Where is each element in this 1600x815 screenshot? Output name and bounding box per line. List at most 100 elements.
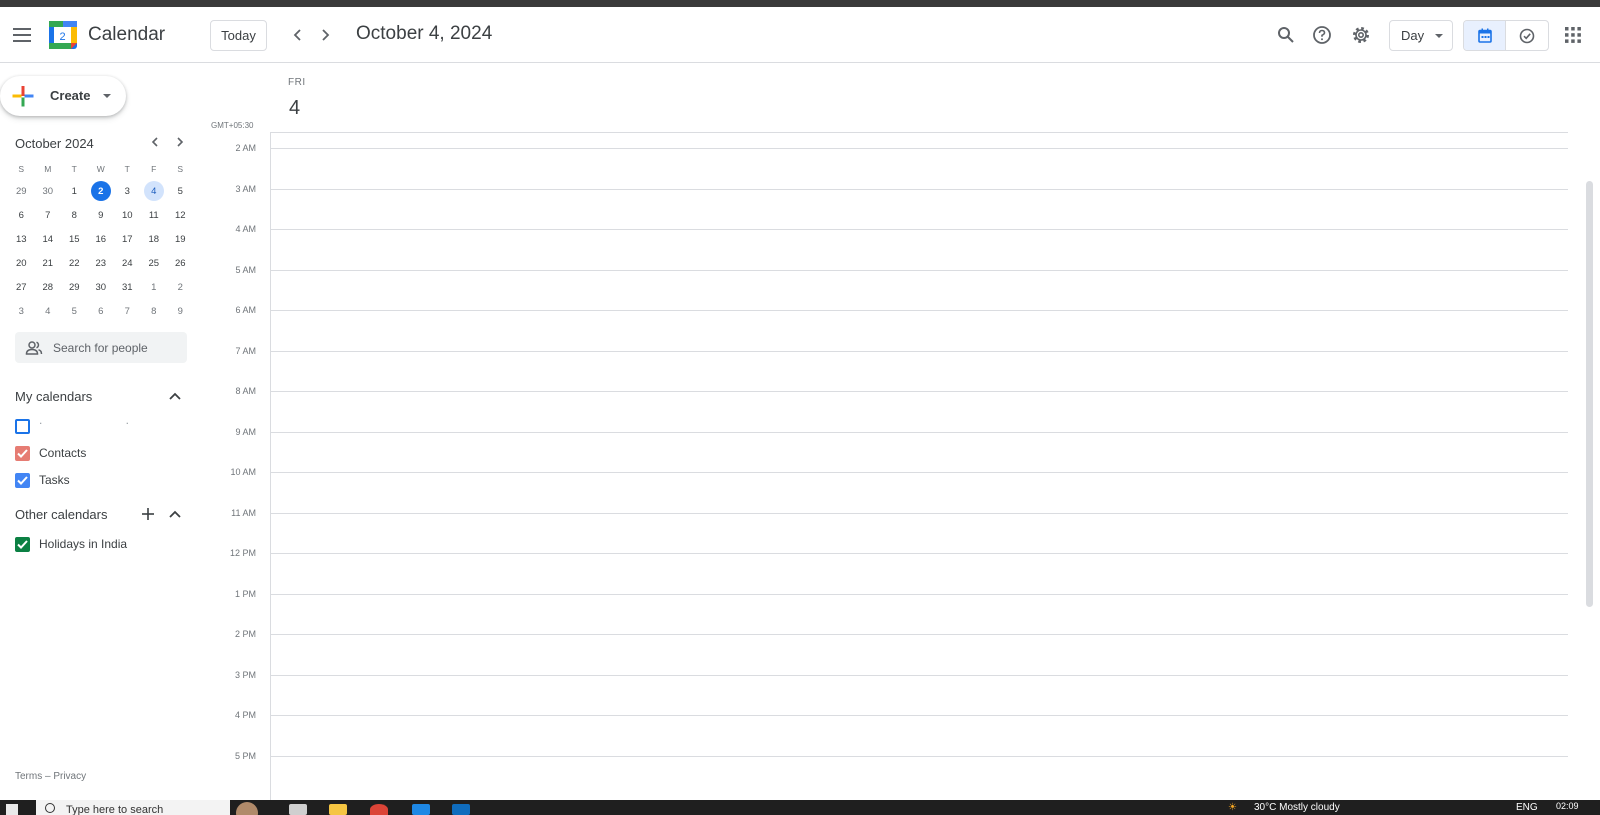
mini-calendar-day[interactable]: 21 xyxy=(35,251,62,275)
mini-calendar-day[interactable]: 15 xyxy=(61,227,88,251)
mini-calendar-day[interactable]: 31 xyxy=(114,275,141,299)
mini-calendar-day[interactable]: 2 xyxy=(88,179,115,203)
mini-calendar-day[interactable]: 24 xyxy=(114,251,141,275)
day-view-scrollbar[interactable] xyxy=(1586,181,1593,607)
day-time-grid[interactable] xyxy=(270,133,1575,800)
colored-plus-icon xyxy=(12,86,34,107)
mini-calendar-day[interactable]: 4 xyxy=(35,299,62,323)
view-selector-dropdown[interactable]: Day xyxy=(1389,20,1453,51)
mini-calendar-day[interactable]: 9 xyxy=(167,299,194,323)
calendar-checkbox[interactable] xyxy=(15,446,30,461)
calendar-list-item[interactable]: Holidays in India xyxy=(15,533,190,555)
dropdown-caret-icon xyxy=(1435,34,1443,38)
mini-calendar-day[interactable]: 5 xyxy=(167,179,194,203)
mini-calendar-day[interactable]: 13 xyxy=(8,227,35,251)
taskbar-clock[interactable]: 02:09 xyxy=(1556,801,1579,811)
calendar-checkbox[interactable] xyxy=(15,537,30,552)
mini-calendar-day[interactable]: 4 xyxy=(141,179,168,203)
calendar-view-toggle[interactable] xyxy=(1464,21,1507,50)
hour-gridline xyxy=(270,148,1568,149)
taskbar-avatar-icon[interactable] xyxy=(236,802,258,815)
today-button[interactable]: Today xyxy=(210,20,267,51)
taskbar-search-box[interactable]: Type here to search xyxy=(36,800,230,815)
weather-text[interactable]: 30°C Mostly cloudy xyxy=(1254,802,1340,813)
mini-calendar-day[interactable]: 29 xyxy=(61,275,88,299)
mini-calendar-day[interactable]: 25 xyxy=(141,251,168,275)
next-period-button[interactable] xyxy=(305,15,345,55)
mini-calendar-day[interactable]: 3 xyxy=(8,299,35,323)
create-dropdown-caret-icon[interactable] xyxy=(103,94,111,98)
mini-calendar-prev-button[interactable] xyxy=(143,130,167,154)
add-other-calendar-button[interactable] xyxy=(139,505,157,523)
edge-icon[interactable] xyxy=(452,804,470,815)
mini-calendar-day[interactable]: 30 xyxy=(35,179,62,203)
calendar-list-item[interactable]: . . xyxy=(15,413,190,437)
other-calendars-collapse-button[interactable] xyxy=(166,505,184,523)
calendar-checkbox[interactable] xyxy=(15,473,30,488)
mini-calendar-day[interactable]: 20 xyxy=(8,251,35,275)
calendar-list-item[interactable]: Tasks xyxy=(15,469,190,491)
mini-calendar-day[interactable]: 26 xyxy=(167,251,194,275)
hour-label: 4 AM xyxy=(235,224,256,234)
search-people-input[interactable]: Search for people xyxy=(15,332,187,363)
mini-calendar-day[interactable]: 18 xyxy=(141,227,168,251)
mini-calendar-day[interactable]: 2 xyxy=(167,275,194,299)
google-apps-button[interactable] xyxy=(1553,15,1593,55)
other-calendars-title[interactable]: Other calendars xyxy=(15,507,108,522)
mini-calendar-day[interactable]: 28 xyxy=(35,275,62,299)
mini-calendar-day[interactable]: 23 xyxy=(88,251,115,275)
chevron-right-icon xyxy=(177,137,184,147)
mini-calendar-week-row: 13 14 15 16 17 18 19 xyxy=(8,227,194,251)
hour-gridline xyxy=(270,229,1568,230)
chrome-icon[interactable] xyxy=(370,804,388,815)
mini-calendar-day[interactable]: 7 xyxy=(114,299,141,323)
help-button[interactable] xyxy=(1302,15,1342,55)
mini-calendar-day-number: 31 xyxy=(121,281,133,293)
mini-calendar-day[interactable]: 8 xyxy=(61,203,88,227)
tasks-view-toggle[interactable] xyxy=(1506,21,1548,50)
main-menu-button[interactable] xyxy=(2,15,42,55)
mini-calendar-day[interactable]: 9 xyxy=(88,203,115,227)
mini-calendar-day[interactable]: 29 xyxy=(8,179,35,203)
mini-calendar-day[interactable]: 16 xyxy=(88,227,115,251)
mini-calendar-day[interactable]: 10 xyxy=(114,203,141,227)
calendar-checkbox[interactable] xyxy=(15,419,30,434)
mini-calendar-day-number: 17 xyxy=(121,233,133,245)
mini-calendar-day[interactable]: 8 xyxy=(141,299,168,323)
mini-calendar-day[interactable]: 27 xyxy=(8,275,35,299)
create-button[interactable]: Create xyxy=(0,76,126,116)
day-number-button[interactable]: 4 xyxy=(289,97,300,120)
mini-calendar-day[interactable]: 17 xyxy=(114,227,141,251)
task-view-icon[interactable] xyxy=(289,804,307,815)
terms-privacy-links[interactable]: Terms – Privacy xyxy=(15,771,86,782)
file-explorer-icon[interactable] xyxy=(329,804,347,815)
my-calendars-collapse-button[interactable] xyxy=(166,387,184,405)
mini-calendar-next-button[interactable] xyxy=(168,130,192,154)
mini-calendar-day[interactable]: 6 xyxy=(88,299,115,323)
windows-start-icon[interactable] xyxy=(6,804,18,815)
mini-calendar-day-number: 25 xyxy=(148,257,160,269)
mini-calendar-day[interactable]: 11 xyxy=(141,203,168,227)
mini-calendar-day-number: 9 xyxy=(177,305,183,317)
store-icon[interactable] xyxy=(412,804,430,815)
settings-button[interactable] xyxy=(1341,15,1381,55)
mini-calendar-day[interactable]: 22 xyxy=(61,251,88,275)
mini-calendar-day[interactable]: 30 xyxy=(88,275,115,299)
mini-calendar-day[interactable]: 1 xyxy=(61,179,88,203)
mini-calendar-day[interactable]: 7 xyxy=(35,203,62,227)
my-calendars-title[interactable]: My calendars xyxy=(15,389,92,404)
mini-calendar-day[interactable]: 19 xyxy=(167,227,194,251)
search-button[interactable] xyxy=(1266,15,1306,55)
weather-icon[interactable]: ☀ xyxy=(1228,802,1237,813)
mini-calendar-day-number: 20 xyxy=(15,257,27,269)
mini-calendar-day[interactable]: 5 xyxy=(61,299,88,323)
hour-gridline xyxy=(270,391,1568,392)
mini-calendar-day[interactable]: 12 xyxy=(167,203,194,227)
language-indicator[interactable]: ENG xyxy=(1516,802,1538,813)
mini-calendar-day[interactable]: 1 xyxy=(141,275,168,299)
mini-calendar-day[interactable]: 14 xyxy=(35,227,62,251)
calendar-logo-icon[interactable]: 2 xyxy=(49,21,77,49)
mini-calendar-day[interactable]: 3 xyxy=(114,179,141,203)
mini-calendar-day[interactable]: 6 xyxy=(8,203,35,227)
calendar-list-item[interactable]: Contacts xyxy=(15,442,190,464)
